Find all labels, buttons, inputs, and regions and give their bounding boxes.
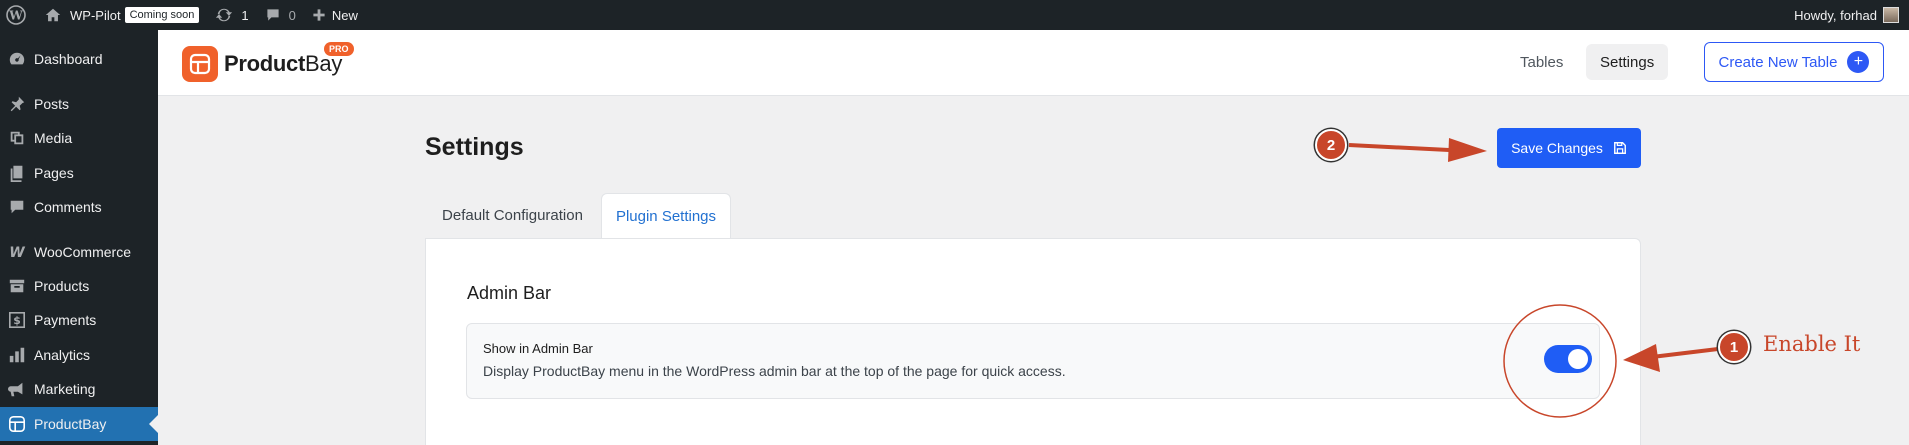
save-changes-button[interactable]: Save Changes [1497,128,1641,168]
updates-icon [216,8,233,22]
productbay-icon [8,415,26,433]
plus-icon [313,9,325,21]
arrow-1 [1651,347,1719,359]
toggle-knob [1568,349,1588,369]
pro-badge: PRO [324,42,354,56]
dashboard-icon [9,52,25,65]
my-account[interactable]: Howdy, forhad [1794,0,1899,30]
sidebar-item-label: Analytics [34,347,91,363]
sidebar-item-media[interactable]: Media [0,121,158,155]
arrow-2 [1348,143,1450,152]
plugin-header: ProductBay PRO Tables Settings Create Ne… [158,30,1909,96]
arrow-2-head [1448,138,1487,162]
logo-text: ProductBay [224,51,342,77]
comments-count: 0 [288,7,296,23]
tab-plugin-settings[interactable]: Plugin Settings [601,193,731,238]
logo-text-bold: Product [224,51,306,76]
wordpress-icon: W [6,5,26,25]
sidebar-item-comments[interactable]: Comments [0,190,158,224]
tab-default-configuration[interactable]: Default Configuration [425,193,600,238]
sidebar-item-woocommerce[interactable]: W WooCommerce [0,235,158,269]
comments-link[interactable]: 0 [257,0,304,30]
section-title: Admin Bar [467,283,552,303]
sidebar-item-label: Comments [34,199,102,215]
nav-settings[interactable]: Settings [1586,44,1669,80]
archive-icon [9,279,25,293]
wp-admin-bar: W WP-Pilot Coming soon 1 0 New Howdy, fo… [0,0,1909,30]
page-title: Settings [425,133,524,161]
sidebar-item-label: Dashboard [34,51,103,67]
step-marker-2: 2 [1315,129,1347,161]
avatar [1883,7,1899,23]
pages-icon [10,165,23,182]
create-button-label: Create New Table [1718,53,1838,71]
new-label: New [331,7,358,23]
sidebar-item-marketing[interactable]: Marketing [0,372,158,406]
sidebar-item-label: Payments [34,312,97,328]
setting-label: Show in Admin Bar [483,341,593,356]
comment-icon [267,9,279,21]
save-icon [1613,142,1626,154]
settings-panel: Admin Bar Show in Admin Bar Display Prod… [425,238,1641,445]
svg-text:W: W [9,245,25,261]
site-name-link[interactable]: WP-Pilot Coming soon [36,0,207,30]
updates-link[interactable]: 1 [207,0,256,30]
save-button-label: Save Changes [1511,140,1603,156]
sidebar-item-label: Posts [34,96,70,112]
sidebar-item-label: WooCommerce [34,244,131,260]
sidebar-item-payments[interactable]: $ Payments [0,303,158,337]
wordpress-logo-button[interactable]: W [0,0,36,30]
setting-row-admin-bar: Show in Admin Bar Display ProductBay men… [466,323,1600,399]
dollar-icon: $ [8,311,26,329]
sidebar-item-label: Marketing [34,381,96,397]
sidebar-item-label: Products [34,278,90,294]
svg-text:W: W [8,9,23,23]
site-name: WP-Pilot [70,7,121,23]
woo-icon: W [9,245,25,261]
admin-sidebar: Dashboard Posts Media Pages Comments W W… [0,30,158,445]
setting-description: Display ProductBay menu in the WordPress… [483,363,1066,379]
updates-count: 1 [241,7,249,23]
sidebar-item-label: Pages [34,165,74,181]
comment-icon [10,200,24,214]
new-content-link[interactable]: New [304,0,366,30]
greeting: Howdy, forhad [1794,7,1877,23]
svg-text:$: $ [13,314,21,327]
sidebar-item-dashboard[interactable]: Dashboard [0,42,158,76]
step-marker-1: 1 [1718,331,1750,363]
home-icon [45,8,61,22]
pin-icon [10,96,25,112]
megaphone-icon [8,382,23,397]
sidebar-item-label: ProductBay [34,416,107,432]
plus-icon: + [1847,51,1870,73]
annotation-enable-it: Enable It [1763,332,1861,356]
sidebar-item-label: Media [34,130,73,146]
active-indicator [149,415,158,433]
productbay-logo-icon [182,46,218,82]
media-icon [10,131,24,145]
sidebar-item-posts[interactable]: Posts [0,87,158,121]
sidebar-item-pages[interactable]: Pages [0,156,158,190]
coming-soon-badge: Coming soon [124,7,200,23]
chart-bar-icon [9,347,25,363]
show-in-admin-bar-toggle[interactable] [1544,345,1592,373]
create-new-table-button[interactable]: Create New Table + [1704,42,1884,82]
sidebar-item-productbay[interactable]: ProductBay [0,407,158,441]
sidebar-item-products[interactable]: Products [0,269,158,303]
productbay-logo[interactable]: ProductBay PRO [182,42,354,82]
nav-tables[interactable]: Tables [1506,44,1577,80]
sidebar-item-analytics[interactable]: Analytics [0,338,158,372]
